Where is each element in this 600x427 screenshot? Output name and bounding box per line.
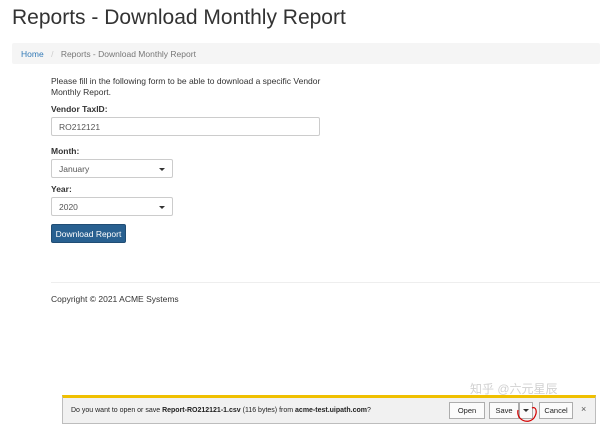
month-select-value: January [59, 164, 90, 174]
page-title: Reports - Download Monthly Report [12, 6, 346, 29]
download-filename: Report-RO212121-1.csv [162, 407, 241, 414]
open-button[interactable]: Open [449, 402, 485, 419]
year-select[interactable]: 2020 [51, 197, 173, 216]
breadcrumb-current: Reports - Download Monthly Report [60, 49, 196, 59]
caret-down-icon [159, 206, 165, 209]
vendor-taxid-input[interactable] [51, 117, 320, 136]
caret-down-icon [159, 168, 165, 171]
breadcrumb: Home / Reports - Download Monthly Report [12, 43, 600, 64]
download-host: acme-test.uipath.com [295, 407, 367, 414]
download-size: (116 bytes) from [242, 407, 294, 414]
vendor-taxid-label: Vendor TaxID: [51, 104, 108, 114]
breadcrumb-home-link[interactable]: Home [21, 49, 44, 59]
copyright-text: Copyright © 2021 ACME Systems [51, 294, 179, 304]
red-circle-annotation [517, 407, 537, 422]
download-prompt: Do you want to open or save Report-RO212… [71, 407, 371, 414]
footer-divider [51, 282, 600, 283]
month-label: Month: [51, 146, 80, 156]
form-intro-text: Please fill in the following form to be … [51, 76, 321, 97]
year-select-value: 2020 [59, 202, 78, 212]
year-label: Year: [51, 184, 72, 194]
month-select[interactable]: January [51, 159, 173, 178]
download-prompt-prefix: Do you want to open or save [71, 407, 161, 414]
cancel-button[interactable]: Cancel [539, 402, 573, 419]
download-prompt-suffix: ? [367, 407, 371, 414]
close-icon[interactable]: × [581, 404, 586, 414]
download-report-button[interactable]: Download Report [51, 224, 126, 243]
breadcrumb-separator: / [51, 49, 54, 59]
